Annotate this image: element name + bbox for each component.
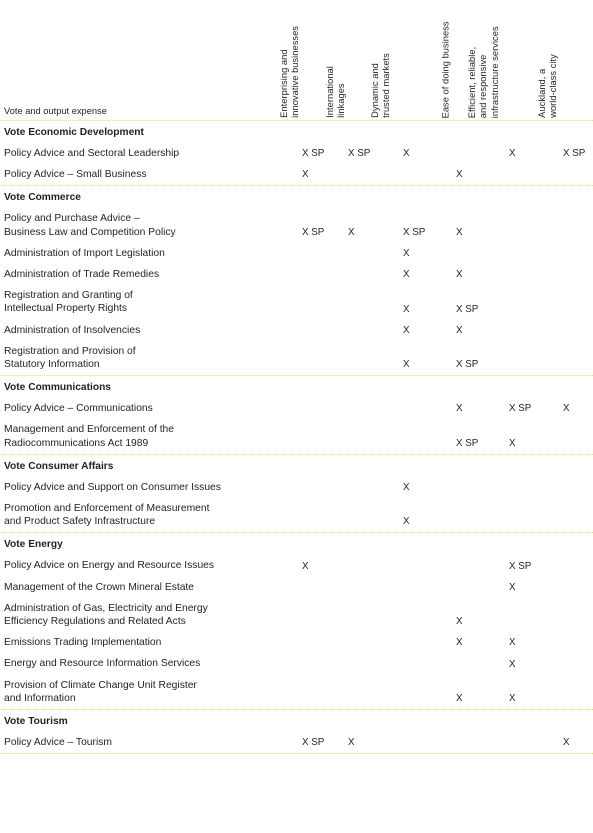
table-row: Administration of Import Legislation X (0, 243, 593, 264)
section-divider (0, 753, 593, 755)
section-header: Vote Energy (4, 539, 63, 551)
table-row: Policy Advice – Small Business X X (0, 164, 593, 185)
cell-mark-international: X (348, 737, 355, 749)
cell-mark-dynamic: X (403, 324, 410, 336)
row-marks: X (0, 581, 593, 594)
table-row: Administration of Insolvencies X X (0, 320, 593, 341)
cell-mark-auckland: X (563, 403, 570, 415)
table-row: Emissions Trading Implementation X X (0, 632, 593, 653)
table-row: Policy Advice on Energy and Resource Iss… (0, 555, 593, 576)
row-marks: XX (0, 692, 593, 705)
table-row: Policy Advice and Support on Consumer Is… (0, 477, 593, 498)
table-row: Policy Advice – Tourism X SP X X (0, 732, 593, 753)
cell-mark-infrastructure: X (509, 437, 516, 449)
table-row: Policy and Purchase Advice – Business La… (0, 208, 593, 242)
table-row: Provision of Climate Change Unit Registe… (0, 675, 593, 709)
column-header-auckland: Auckland, a world-class city (537, 54, 559, 118)
column-header-dynamic: Dynamic and trusted markets (370, 53, 392, 118)
cell-mark-auckland: X (563, 737, 570, 749)
row-marks: X (0, 515, 593, 528)
cell-mark-ease: X (456, 269, 463, 281)
cell-mark-dynamic: X (403, 269, 410, 281)
cell-mark-dynamic: X SP (403, 226, 426, 238)
table-row: Management and Enforcement of the Radioc… (0, 419, 593, 453)
vote-output-expense-table: Enterprising and innovative businesses In… (0, 0, 593, 833)
row-marks: X X SP (0, 560, 593, 573)
cell-mark-enterprising: X (302, 560, 309, 572)
table-body: Vote Economic Development Policy Advice a… (0, 120, 593, 755)
table-row: Promotion and Enforcement of Measurement… (0, 498, 593, 532)
row-marks: XX (0, 268, 593, 281)
cell-mark-dynamic: X (403, 148, 410, 160)
section-header: Vote Tourism (4, 716, 68, 728)
cell-mark-dynamic: X (403, 248, 410, 260)
cell-mark-ease: X SP (456, 359, 479, 371)
cell-mark-dynamic: X (403, 482, 410, 494)
cell-mark-ease: X SP (456, 303, 479, 315)
table-row: Registration and Provision of Statutory … (0, 341, 593, 375)
cell-mark-infrastructure: X (509, 148, 516, 160)
cell-mark-ease: X (456, 226, 463, 238)
column-header-ease: Ease of doing business (440, 20, 451, 118)
row-marks: X (0, 615, 593, 628)
cell-mark-ease: X (456, 637, 463, 649)
cell-mark-infrastructure: X (509, 637, 516, 649)
section-header: Vote Economic Development (4, 127, 144, 138)
row-marks: X (0, 247, 593, 260)
stub-column-header: Vote and output expense (4, 106, 107, 116)
row-marks: X X SP X (0, 402, 593, 415)
cell-mark-ease: X (456, 169, 463, 181)
table-row: Registration and Granting of Intellectua… (0, 285, 593, 319)
row-marks: XX (0, 636, 593, 649)
cell-mark-ease: X (456, 403, 463, 415)
cell-mark-enterprising: X (302, 169, 309, 181)
cell-mark-enterprising: X SP (302, 148, 325, 160)
row-marks: X SP X X SP X (0, 226, 593, 239)
row-marks: X (0, 481, 593, 494)
cell-mark-international: X (348, 226, 355, 238)
column-header-infrastructure: Efficient, reliable, and responsive infr… (466, 26, 500, 118)
row-marks: X (0, 658, 593, 671)
row-marks: X X SP (0, 303, 593, 316)
row-marks: X X SP (0, 358, 593, 371)
cell-mark-infrastructure: X (509, 693, 516, 705)
cell-mark-enterprising: X SP (302, 226, 325, 238)
section-header: Vote Commerce (4, 192, 81, 204)
cell-mark-ease: X (456, 693, 463, 705)
cell-mark-dynamic: X (403, 516, 410, 528)
column-header-international: International linkages (325, 66, 347, 118)
cell-mark-infrastructure: X SP (509, 560, 532, 572)
table-header: Enterprising and innovative businesses In… (0, 0, 593, 120)
cell-mark-dynamic: X (403, 359, 410, 371)
cell-mark-enterprising: X SP (302, 737, 325, 749)
table-row: Policy Advice – Communications X X SP X (0, 398, 593, 419)
row-marks: XX (0, 324, 593, 337)
cell-mark-dynamic: X (403, 303, 410, 315)
table-row: Management of the Crown Mineral Estate X (0, 577, 593, 598)
cell-mark-ease: X (456, 324, 463, 336)
cell-mark-infrastructure: X SP (509, 403, 532, 415)
row-marks: X SP X (0, 437, 593, 450)
cell-mark-ease: X (456, 616, 463, 628)
table-row: Administration of Trade Remedies X X (0, 264, 593, 285)
table-row: Energy and Resource Information Services… (0, 653, 593, 674)
row-marks: X SP X SP X X X SP (0, 147, 593, 160)
section-header: Vote Consumer Affairs (4, 460, 114, 472)
column-header-enterprising: Enterprising and innovative businesses (279, 26, 301, 118)
table-row: Administration of Gas, Electricity and E… (0, 598, 593, 632)
cell-mark-auckland: X SP (563, 148, 586, 160)
cell-mark-ease: X SP (456, 437, 479, 449)
section-header: Vote Communications (4, 382, 111, 394)
cell-mark-international: X SP (348, 148, 371, 160)
cell-mark-infrastructure: X (509, 658, 516, 670)
table-row: Policy Advice and Sectoral Leadership X S… (0, 143, 593, 164)
row-marks: XX (0, 168, 593, 181)
cell-mark-infrastructure: X (509, 581, 516, 593)
row-marks: X SP X X (0, 736, 593, 749)
